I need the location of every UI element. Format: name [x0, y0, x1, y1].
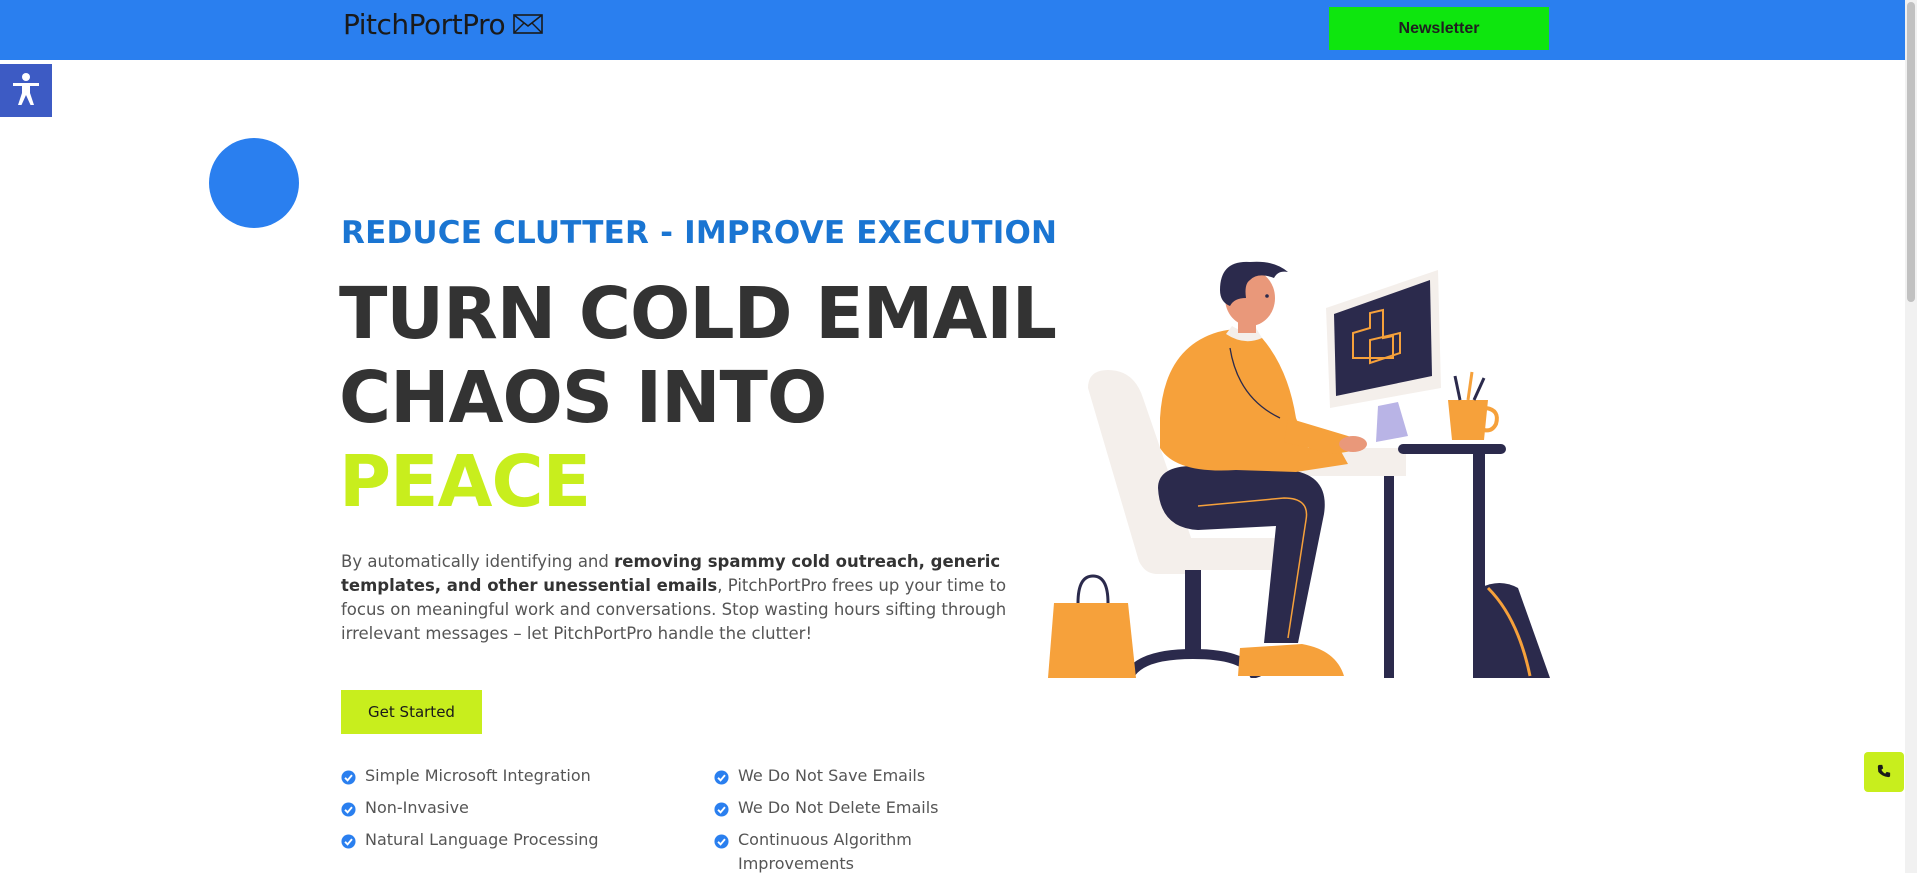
feature-label: Simple Microsoft Integration: [365, 766, 591, 785]
hero-eyebrow: REDUCE CLUTTER - IMPROVE EXECUTION: [341, 215, 1058, 251]
features-column-2: We Do Not Save Emails We Do Not Delete E…: [714, 764, 1014, 873]
hero-intro: By automatically identifying and removin…: [341, 550, 1021, 646]
scrollbar-thumb[interactable]: [1907, 2, 1915, 302]
brand-name: PitchPortPro: [343, 8, 506, 41]
feature-item: Simple Microsoft Integration: [341, 764, 701, 792]
headline-line-1: TURN COLD EMAIL: [339, 272, 1057, 355]
feature-item: We Do Not Delete Emails: [714, 796, 1014, 824]
top-navbar: PitchPortPro Newsletter: [0, 0, 1905, 60]
check-circle-icon: [341, 768, 356, 792]
accessibility-person-icon: [11, 72, 41, 110]
envelope-icon: [513, 8, 543, 41]
check-circle-icon: [341, 832, 356, 856]
accessibility-button[interactable]: [0, 64, 52, 117]
get-started-button[interactable]: Get Started: [341, 690, 482, 734]
headline-accent: PEACE: [339, 440, 591, 523]
hero-headline: TURN COLD EMAIL CHAOS INTO PEACE: [339, 272, 1057, 524]
check-circle-icon: [714, 768, 729, 792]
feature-label: We Do Not Delete Emails: [738, 798, 939, 817]
brand-logo[interactable]: PitchPortPro: [343, 8, 543, 41]
check-circle-icon: [714, 800, 729, 824]
feature-label: Natural Language Processing: [365, 830, 599, 849]
page-scrollbar[interactable]: [1905, 0, 1917, 873]
feature-item: Continuous Algorithm Improvements: [714, 828, 1014, 873]
intro-text-1: By automatically identifying and: [341, 552, 615, 571]
decorative-circle: [209, 138, 299, 228]
check-circle-icon: [341, 800, 356, 824]
call-button[interactable]: [1864, 752, 1904, 792]
features-column-1: Simple Microsoft Integration Non-Invasiv…: [341, 764, 701, 860]
feature-item: We Do Not Save Emails: [714, 764, 1014, 792]
feature-label: Non-Invasive: [365, 798, 469, 817]
man-at-computer-illustration: [1048, 258, 1550, 681]
check-circle-icon: [714, 832, 729, 856]
feature-label: Continuous Algorithm Improvements: [738, 830, 912, 873]
feature-label: We Do Not Save Emails: [738, 766, 926, 785]
headline-line-2: CHAOS INTO: [339, 356, 827, 439]
phone-icon: [1877, 763, 1891, 782]
newsletter-button[interactable]: Newsletter: [1329, 7, 1549, 50]
feature-item: Non-Invasive: [341, 796, 701, 824]
feature-item: Natural Language Processing: [341, 828, 701, 856]
